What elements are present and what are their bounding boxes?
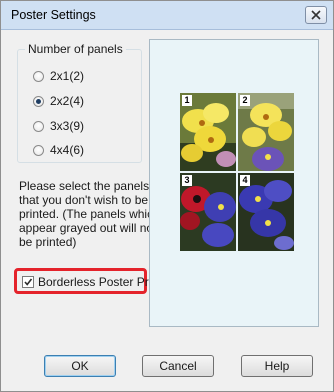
poster-settings-dialog: Poster Settings Number of panels 2x1(2) … bbox=[0, 0, 334, 392]
borderless-label: Borderless Poster Print bbox=[38, 275, 162, 289]
panel-number-label: 2 bbox=[240, 95, 250, 106]
borderless-checkbox[interactable] bbox=[22, 276, 34, 288]
preview-panel-4[interactable]: 4 bbox=[238, 173, 294, 251]
panel-number-label: 4 bbox=[240, 175, 250, 186]
instructions-line: be printed) bbox=[19, 235, 77, 249]
preview-panel-3[interactable]: 3 bbox=[180, 173, 236, 251]
radio-label: 3x3(9) bbox=[50, 119, 85, 133]
instructions-line: that you don't wish to be bbox=[19, 193, 149, 207]
radio-label: 4x4(6) bbox=[50, 143, 85, 157]
radio-option-4x4[interactable]: 4x4(6) bbox=[33, 143, 84, 157]
close-icon bbox=[311, 10, 321, 20]
panel-number-label: 3 bbox=[182, 175, 192, 186]
radio-button[interactable] bbox=[33, 120, 44, 132]
panel-preview-area: 1 2 3 4 bbox=[149, 39, 319, 327]
number-of-panels-legend: Number of panels bbox=[25, 42, 126, 56]
radio-button[interactable] bbox=[33, 95, 44, 107]
radio-button[interactable] bbox=[33, 70, 44, 82]
borderless-poster-print-option[interactable]: Borderless Poster Print bbox=[22, 275, 161, 289]
close-button[interactable] bbox=[305, 6, 327, 24]
title-bar: Poster Settings bbox=[1, 1, 333, 30]
radio-option-2x1[interactable]: 2x1(2) bbox=[33, 69, 84, 83]
instructions-line: appear grayed out will not bbox=[19, 221, 157, 235]
radio-button[interactable] bbox=[33, 144, 44, 156]
radio-label: 2x2(4) bbox=[50, 94, 85, 108]
preview-panel-1[interactable]: 1 bbox=[180, 93, 236, 171]
instructions-line: Please select the panels bbox=[19, 179, 150, 193]
instructions-line: printed. (The panels which bbox=[19, 207, 160, 221]
ok-button[interactable]: OK bbox=[44, 355, 116, 377]
cancel-button[interactable]: Cancel bbox=[142, 355, 214, 377]
radio-option-3x3[interactable]: 3x3(9) bbox=[33, 119, 84, 133]
radio-label: 2x1(2) bbox=[50, 69, 85, 83]
help-button[interactable]: Help bbox=[241, 355, 313, 377]
window-title: Poster Settings bbox=[11, 8, 96, 22]
instructions-text: Please select the panels that you don't … bbox=[19, 179, 160, 249]
panel-number-label: 1 bbox=[182, 95, 192, 106]
checkmark-icon bbox=[24, 278, 33, 286]
radio-option-2x2[interactable]: 2x2(4) bbox=[33, 94, 84, 108]
preview-panel-2[interactable]: 2 bbox=[238, 93, 294, 171]
